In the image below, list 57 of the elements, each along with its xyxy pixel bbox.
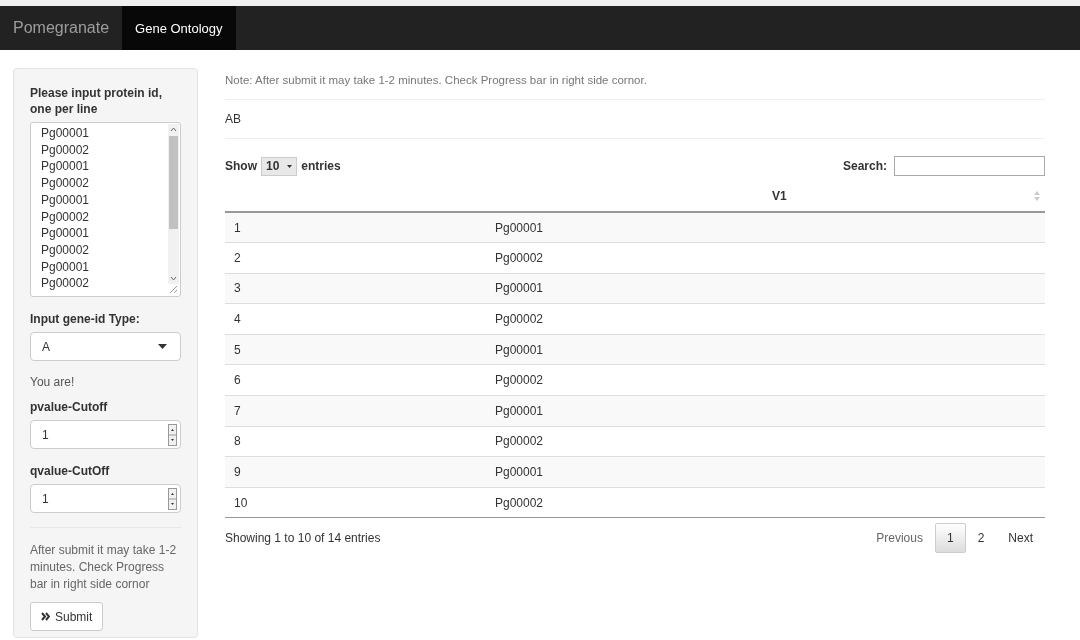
text-line: Pg00001 [41,225,90,242]
search-label: Search: [842,159,887,173]
text-line: Pg00001 [41,158,90,176]
message-text: You are! [30,375,76,389]
caret-icon [158,344,167,349]
field-value: 1 [42,491,49,506]
sort-icon [1034,191,1040,201]
page-button[interactable]: Next [996,523,1045,554]
resize-handle-icon [168,284,179,295]
spinner-icon [168,487,177,510]
show-label: Show [225,159,257,173]
field-label: pvalue-Cutoff [30,399,109,415]
number-field[interactable]: 1 [30,420,181,449]
table-cell: 1 [225,212,495,243]
text-line: Pg00002 [41,275,90,293]
page-length-select[interactable]: 10 [261,156,298,176]
table-cell: 5 [225,334,495,365]
table-cell: Pg00001 [495,273,1045,304]
text-line: Pg00002 [41,141,90,159]
output-text: AB [225,111,242,128]
text-line: Pg00001 [41,191,90,209]
table-cell: Pg00001 [495,212,1045,243]
table-cell: Pg00001 [495,334,1045,365]
text-line: Pg00002 [41,175,90,192]
text-line: Pg00001 [41,125,90,142]
text-line: Pg00002 [41,208,90,226]
page-button[interactable]: 2 [965,523,997,554]
gene-type-select[interactable]: A [30,332,181,361]
field-label: Please input protein id, one per line [30,85,164,117]
table-cell: 9 [225,456,495,488]
table-cell: 7 [225,395,495,427]
nav-tab[interactable]: Gene Ontology [122,6,236,50]
table-cell: Pg00002 [495,487,1045,518]
table-cell: Pg00001 [495,456,1045,488]
field-label: qvalue-CutOff [30,463,111,479]
submit-button[interactable]: Submit [30,602,104,631]
brand-title[interactable]: Pomegranate [0,6,123,50]
entries-label: entries [301,159,341,173]
table-info: Showing 1 to 10 of 14 entries [225,531,381,546]
table-cell: Pg00001 [495,395,1045,427]
spinner-icon [168,423,177,446]
text-line: Pg00002 [41,241,90,259]
caret-icon [287,164,293,168]
field-label: Input gene-id Type: [30,311,141,327]
table-cell: 10 [225,487,495,518]
protein-id-field[interactable]: Pg00001 Pg00002 Pg00001 Pg00002 Pg00001 Pg00002 Pg00001 Pg00002 Pg00001 Pg00002 [30,122,181,297]
field-value: 1 [42,427,49,442]
table-cell: 3 [225,273,495,304]
text-line: Pg00001 [41,258,90,276]
number-field[interactable]: 1 [30,484,181,513]
search-field[interactable] [894,156,1045,176]
double-chevron-icon [41,612,50,621]
select-value: 10 [266,159,280,173]
note-text: After submit it may take 1-2 minutes. Check Progress bar in right side cornor [30,542,178,593]
page-button[interactable]: 1 [934,523,966,554]
note-text: Note: After submit it may take 1-2 minutes. Check Progress bar in right side cornor. [225,73,648,87]
select-value: A [42,339,50,354]
